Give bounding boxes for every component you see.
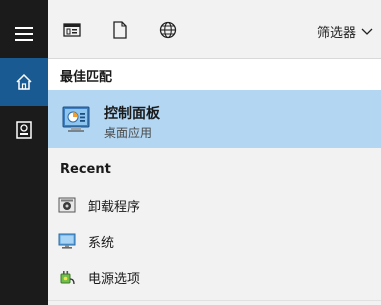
search-toolbar: 筛选器	[48, 0, 381, 59]
documents-filter-button[interactable]	[110, 20, 130, 40]
recent-item-power[interactable]: 电源选项	[48, 258, 381, 294]
uninstall-program-icon	[58, 197, 76, 213]
recent-item-label: 系统	[88, 236, 115, 251]
best-match-title: 控制面板	[104, 106, 160, 122]
start-rail	[0, 0, 48, 305]
web-filter-button[interactable]	[158, 20, 178, 40]
home-icon	[16, 73, 32, 90]
system-monitor-icon	[58, 233, 76, 249]
menu-button[interactable]	[0, 10, 48, 58]
filter-label: 筛选器	[316, 26, 356, 41]
divider	[48, 300, 381, 301]
recent-heading: Recent	[60, 162, 111, 177]
documents-button[interactable]	[0, 106, 48, 154]
chevron-down-icon	[361, 28, 373, 35]
app-window-icon	[63, 23, 81, 37]
filter-dropdown[interactable]: 筛选器	[317, 22, 373, 41]
best-match-heading: 最佳匹配	[60, 70, 113, 85]
best-match-subtitle: 桌面应用	[104, 126, 153, 140]
hamburger-menu-icon	[15, 27, 33, 41]
control-panel-icon	[62, 106, 90, 132]
recent-item-label: 电源选项	[88, 272, 141, 287]
search-results-panel: 筛选器 最佳匹配 控制面板 桌面应用 Recent 卸载程序 系统 电源选项	[48, 0, 381, 305]
globe-icon	[159, 21, 177, 39]
apps-filter-button[interactable]	[62, 20, 82, 40]
document-reader-icon	[16, 121, 32, 139]
power-options-icon	[60, 271, 75, 285]
document-icon	[113, 21, 127, 39]
best-match-result[interactable]: 控制面板 桌面应用	[48, 90, 381, 148]
recent-item-uninstall[interactable]: 卸载程序	[48, 186, 381, 222]
recent-section: Recent 卸载程序 系统 电源选项	[48, 148, 381, 305]
recent-item-label: 卸载程序	[88, 200, 141, 215]
recent-item-system[interactable]: 系统	[48, 222, 381, 258]
home-button[interactable]	[0, 58, 48, 106]
